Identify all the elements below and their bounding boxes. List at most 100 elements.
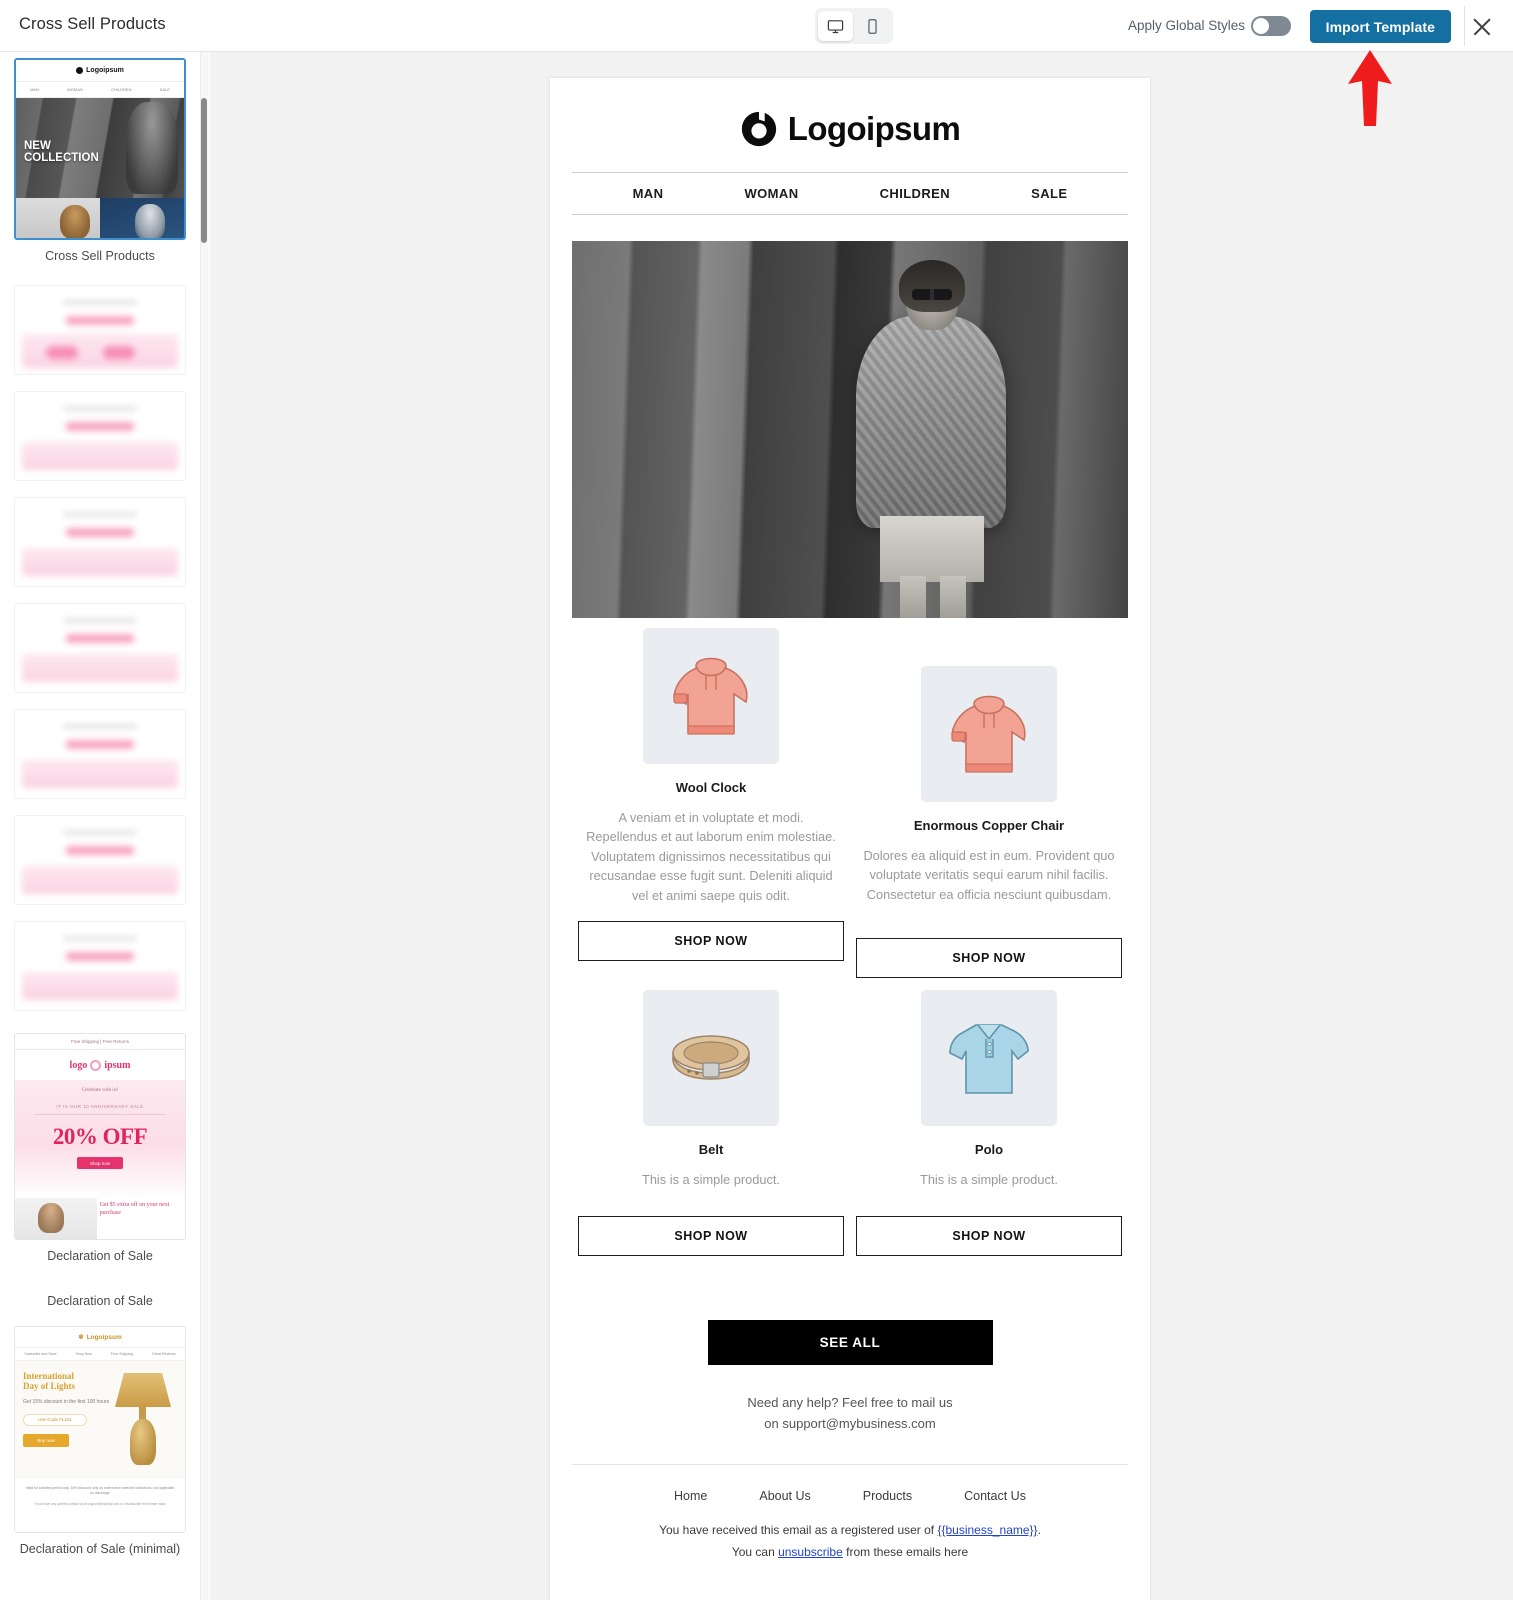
thumbnail-preview: Free Shipping | Free Returns logo ipsum …: [15, 1034, 185, 1239]
template-name: Cross Sell Products: [45, 249, 155, 263]
template-thumbnail-placeholder[interactable]: [14, 815, 186, 905]
legal-section: You have received this email as a regist…: [572, 1503, 1128, 1559]
nav-item-sale[interactable]: SALE: [1031, 186, 1067, 201]
leaf-mark-icon: ❄: [78, 1334, 84, 1341]
thumb-product-image-right: [100, 198, 184, 238]
see-all-button[interactable]: SEE ALL: [707, 1319, 993, 1365]
legal-line-2-post: from these emails here: [842, 1545, 969, 1560]
footer-link-contact-us[interactable]: Contact Us: [964, 1489, 1026, 1503]
footer-link-products[interactable]: Products: [863, 1489, 912, 1503]
footer-link-about-us[interactable]: About Us: [759, 1489, 810, 1503]
list-item[interactable]: [0, 799, 200, 905]
legal-line-2: You can unsubscribe from these emails he…: [572, 1545, 1128, 1559]
thumbnail-preview: [15, 498, 185, 586]
product-image[interactable]: [921, 990, 1057, 1127]
desktop-monitor-icon: [827, 18, 844, 35]
product-name: Polo: [974, 1142, 1004, 1158]
thumb-logo: ❄ Logoipsum: [78, 1333, 122, 1342]
list-item[interactable]: Logoipsum MAN WOMAN CHILDREN SALE NEW CO…: [0, 52, 200, 263]
template-thumbnail-declaration-of-sale[interactable]: Free Shipping | Free Returns logo ipsum …: [14, 1033, 186, 1240]
thumb-body: International Day of Lights Get 15% disc…: [15, 1361, 185, 1479]
logoipsum-mark-icon: [741, 111, 776, 147]
hoodie-icon: [673, 657, 748, 735]
hero-model-figure: [848, 258, 1033, 618]
desktop-preview-button[interactable]: [818, 11, 853, 41]
list-item[interactable]: [0, 905, 200, 1011]
see-all-section: SEE ALL: [572, 1256, 1128, 1365]
device-preview-switch: [815, 8, 893, 44]
template-thumbnail-placeholder[interactable]: [14, 391, 186, 481]
product-card-enormous-copper-chair: Enormous Copper Chair Dolores ea aliquid…: [850, 628, 1128, 979]
shop-now-button[interactable]: SHOP NOW: [578, 1215, 844, 1256]
product-row: Wool Clock A veniam et in voluptate et m…: [572, 628, 1128, 979]
list-item[interactable]: [0, 587, 200, 693]
page-title: Cross Sell Products: [19, 15, 166, 33]
product-image[interactable]: [921, 666, 1057, 802]
thumb-product-row: [16, 198, 184, 238]
list-item[interactable]: [0, 481, 200, 587]
help-line-2: on support@mybusiness.com: [764, 1415, 936, 1431]
template-thumbnail-placeholder[interactable]: [14, 497, 186, 587]
thumb-cta: Shop now: [77, 1157, 123, 1169]
template-thumbnail-declaration-of-sale-minimal[interactable]: ❄ Logoipsum Subscribe and Save Shop Now …: [14, 1326, 186, 1533]
list-item[interactable]: ❄ Logoipsum Subscribe and Save Shop Now …: [0, 1308, 200, 1556]
product-row: Belt This is a simple product. SHOP NOW: [572, 990, 1128, 1256]
shop-now-button[interactable]: SHOP NOW: [856, 1215, 1122, 1256]
nav-item-man[interactable]: MAN: [633, 186, 664, 201]
product-card-belt: Belt This is a simple product. SHOP NOW: [572, 990, 850, 1256]
email-brand-header: Logoipsum: [572, 78, 1128, 172]
nav-item-woman[interactable]: WOMAN: [745, 186, 799, 201]
help-section: Need any help? Feel free to mail us on s…: [572, 1365, 1128, 1435]
product-description: A veniam et in voluptate et modi. Repell…: [586, 810, 836, 903]
thumb-footer: Get $5 extra off on your next purchase: [15, 1198, 185, 1239]
business-address: {{business_address}} All rights reserved: [572, 1567, 1128, 1600]
legal-line-1-pre: You have received this email as a regist…: [659, 1523, 938, 1538]
thumb-hero-image: NEW COLLECTION: [16, 98, 184, 198]
template-list-sidebar[interactable]: Logoipsum MAN WOMAN CHILDREN SALE NEW CO…: [0, 52, 200, 1600]
top-toolbar: Cross Sell Products Apply Global Styles …: [0, 0, 1513, 52]
footer-link-home[interactable]: Home: [674, 1489, 707, 1503]
thumb-nav: Subscribe and Save Shop Now Free Shippin…: [15, 1347, 185, 1361]
thumbnail-preview: [15, 816, 185, 904]
business-name-link[interactable]: {{business_name}}: [937, 1523, 1037, 1537]
template-thumbnail-placeholder[interactable]: [14, 285, 186, 375]
hoodie-icon: [951, 695, 1026, 773]
logoipsum-mark-icon: [76, 67, 84, 74]
sidebar-scrollbar-thumb[interactable]: [201, 98, 207, 243]
list-item[interactable]: Declaration of Sale: [0, 1263, 200, 1308]
thumb-nav: MAN WOMAN CHILDREN SALE: [16, 82, 184, 98]
mobile-phone-icon: [864, 18, 881, 35]
unsubscribe-link[interactable]: unsubscribe: [778, 1545, 843, 1559]
thumb-model-image: [15, 1198, 97, 1239]
apply-global-styles-label: Apply Global Styles: [1127, 18, 1245, 33]
sidebar-scrollbar-track[interactable]: [200, 52, 209, 1600]
thumbnail-preview: [15, 922, 185, 1010]
thumbnail-preview: [15, 392, 185, 480]
legal-line-2-pre: You can: [731, 1545, 779, 1560]
list-item[interactable]: [0, 263, 200, 375]
mobile-preview-button[interactable]: [855, 11, 890, 41]
hero-image[interactable]: [572, 241, 1128, 618]
template-thumbnail-placeholder[interactable]: [14, 603, 186, 693]
template-thumbnail-placeholder[interactable]: [14, 921, 186, 1011]
import-template-button[interactable]: Import Template: [1309, 10, 1451, 43]
template-thumbnail-placeholder[interactable]: [14, 709, 186, 799]
product-image[interactable]: [643, 990, 779, 1127]
list-item[interactable]: [0, 693, 200, 799]
thumb-cta: Buy now: [23, 1433, 69, 1447]
shop-now-button[interactable]: SHOP NOW: [578, 921, 844, 962]
template-name: Declaration of Sale: [47, 1249, 153, 1263]
apply-global-styles-toggle[interactable]: [1251, 16, 1291, 36]
product-image[interactable]: [643, 628, 779, 764]
template-thumbnail-cross-sell[interactable]: Logoipsum MAN WOMAN CHILDREN SALE NEW CO…: [14, 58, 186, 240]
close-icon[interactable]: [1467, 12, 1497, 42]
product-description: Dolores ea aliquid est in eum. Provident…: [863, 848, 1115, 902]
product-card-wool-clock: Wool Clock A veniam et in voluptate et m…: [572, 628, 850, 978]
list-item[interactable]: Free Shipping | Free Returns logo ipsum …: [0, 1011, 200, 1263]
nav-item-children[interactable]: CHILDREN: [880, 186, 950, 201]
shop-now-button[interactable]: SHOP NOW: [856, 938, 1122, 979]
footer-links: Home About Us Products Contact Us: [572, 1465, 1128, 1503]
product-name: Wool Clock: [675, 780, 747, 795]
toolbar-divider: [1464, 6, 1465, 46]
list-item[interactable]: [0, 375, 200, 481]
